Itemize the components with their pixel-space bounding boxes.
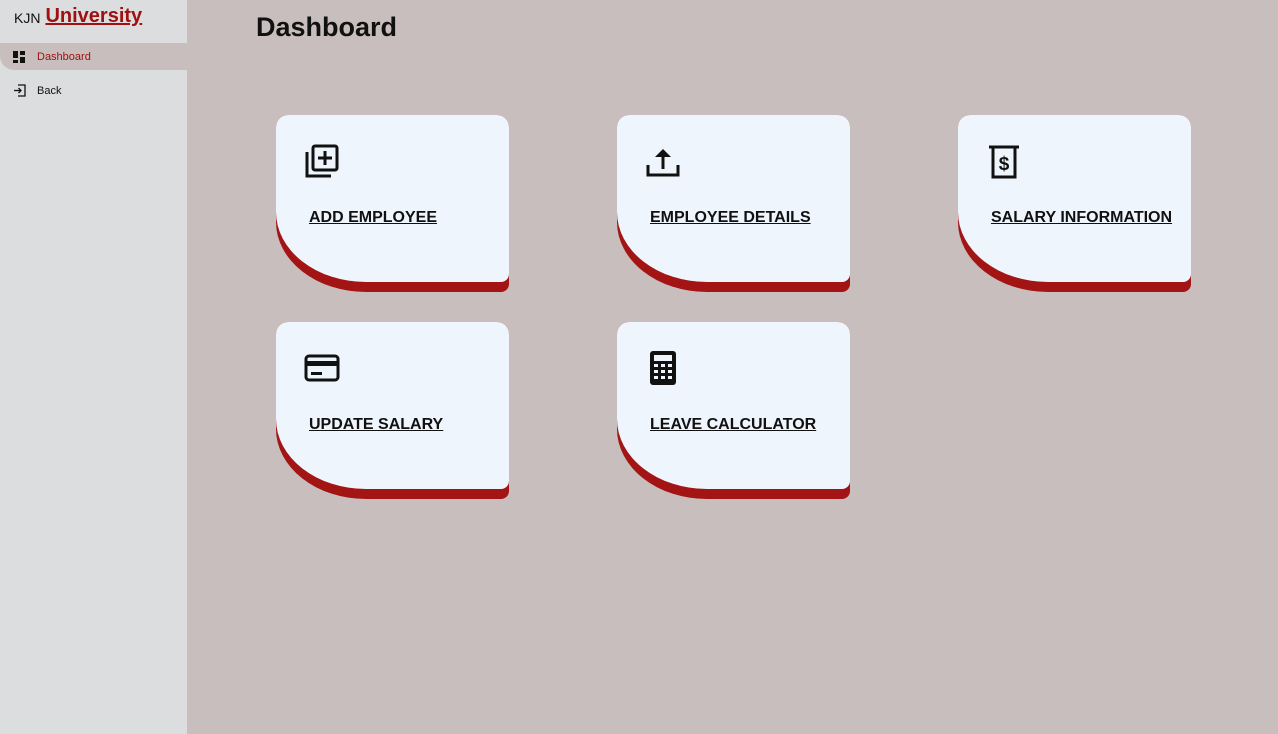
add-to-library-icon xyxy=(304,143,340,179)
sidebar-item-dashboard[interactable]: Dashboard xyxy=(0,43,187,70)
calculator-icon xyxy=(645,350,681,386)
upload-icon xyxy=(645,143,681,179)
card-label[interactable]: ADD EMPLOYEE xyxy=(309,209,437,227)
leave-calculator-card[interactable]: LEAVE CALCULATOR xyxy=(617,322,850,499)
sidebar: KJN University Dashboard Back xyxy=(0,0,187,734)
salary-information-card[interactable]: $ SALARY INFORMATION xyxy=(958,115,1191,292)
brand-name[interactable]: University xyxy=(45,5,142,28)
add-employee-card[interactable]: ADD EMPLOYEE xyxy=(276,115,509,292)
sidebar-item-label: Dashboard xyxy=(37,50,91,63)
page-title: Dashboard xyxy=(256,12,398,42)
update-salary-card[interactable]: UPDATE SALARY xyxy=(276,322,509,499)
card-face: LEAVE CALCULATOR xyxy=(617,322,850,489)
brand-logo[interactable]: KJN University xyxy=(14,0,142,28)
card-face: ADD EMPLOYEE xyxy=(276,115,509,282)
card-label[interactable]: EMPLOYEE DETAILS xyxy=(650,209,811,227)
dashboard-icon xyxy=(12,50,26,64)
card-face: EMPLOYEE DETAILS xyxy=(617,115,850,282)
back-exit-icon xyxy=(12,84,26,98)
receipt-dollar-icon: $ xyxy=(986,143,1022,179)
card-label[interactable]: LEAVE CALCULATOR xyxy=(650,416,816,434)
card-face: $ SALARY INFORMATION xyxy=(958,115,1191,282)
brand-prefix: KJN xyxy=(14,10,41,26)
sidebar-item-back[interactable]: Back xyxy=(0,77,187,104)
card-label[interactable]: UPDATE SALARY xyxy=(309,416,443,434)
employee-details-card[interactable]: EMPLOYEE DETAILS xyxy=(617,115,850,292)
card-face: UPDATE SALARY xyxy=(276,322,509,489)
sidebar-item-label: Back xyxy=(37,84,62,97)
card-label[interactable]: SALARY INFORMATION xyxy=(991,209,1172,227)
credit-card-icon xyxy=(304,350,340,386)
svg-text:$: $ xyxy=(999,154,1010,175)
